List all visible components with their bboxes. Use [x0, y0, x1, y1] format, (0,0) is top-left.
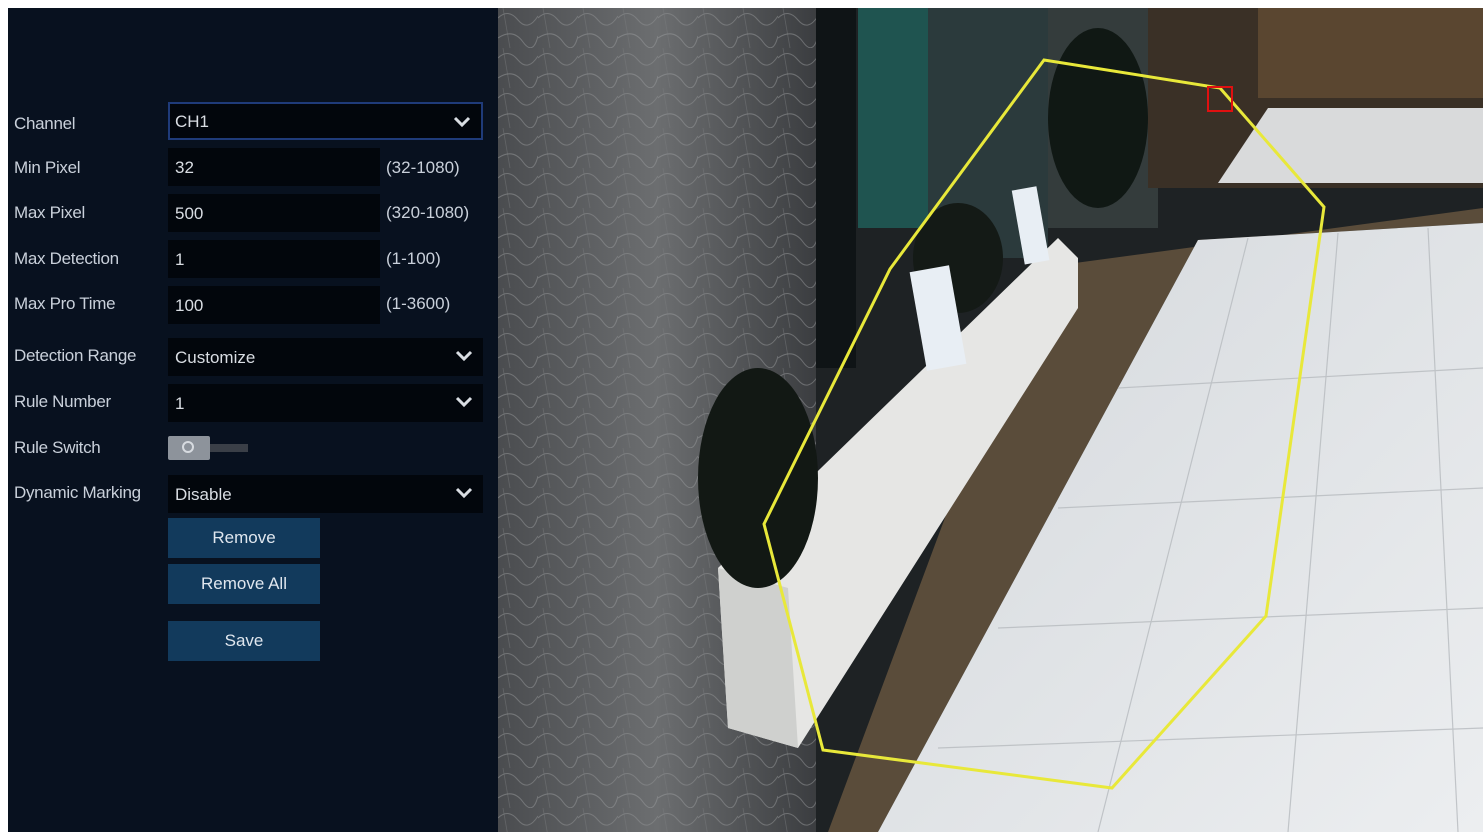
channel-select[interactable]: CH1: [168, 102, 483, 140]
rule-number-select[interactable]: 1: [168, 384, 483, 422]
min-pixel-input[interactable]: 32: [168, 148, 380, 186]
dynamic-marking-label: Dynamic Marking: [14, 483, 141, 502]
max-pixel-input[interactable]: 500: [168, 194, 380, 232]
chevron-down-icon: [455, 350, 473, 362]
remove-button[interactable]: Remove: [168, 518, 320, 558]
channel-value: CH1: [175, 112, 210, 131]
detection-range-select[interactable]: Customize: [168, 338, 483, 376]
remove-all-button[interactable]: Remove All: [168, 564, 320, 604]
power-icon: [182, 441, 194, 453]
max-pro-time-range: (1-3600): [386, 294, 451, 313]
dynamic-marking-select[interactable]: Disable: [168, 475, 483, 513]
max-detection-input[interactable]: 1: [168, 240, 380, 278]
max-pro-time-label: Max Pro Time: [14, 294, 116, 313]
detection-range-label: Detection Range: [14, 346, 137, 365]
detection-region[interactable]: [498, 8, 1483, 832]
region-outline[interactable]: [762, 58, 1326, 790]
max-pixel-label: Max Pixel: [14, 203, 85, 222]
dynamic-marking-value: Disable: [175, 485, 232, 504]
chevron-down-icon: [453, 116, 471, 128]
rule-number-label: Rule Number: [14, 392, 111, 411]
save-button[interactable]: Save: [168, 621, 320, 661]
max-detection-range: (1-100): [386, 249, 441, 268]
chevron-down-icon: [455, 487, 473, 499]
min-pixel-range: (32-1080): [386, 158, 460, 177]
max-pro-time-input[interactable]: 100: [168, 286, 380, 324]
settings-panel: Channel CH1 Min Pixel 32 (32-1080) Max P…: [8, 8, 498, 832]
min-pixel-label: Min Pixel: [14, 158, 81, 177]
toggle-knob: [168, 436, 210, 460]
channel-label: Channel: [14, 114, 76, 133]
rule-switch-label: Rule Switch: [14, 438, 101, 457]
detection-range-value: Customize: [175, 348, 256, 367]
chevron-down-icon: [455, 396, 473, 408]
max-detection-label: Max Detection: [14, 249, 119, 268]
max-pixel-range: (320-1080): [386, 203, 470, 222]
camera-preview[interactable]: [498, 8, 1483, 832]
rule-switch-toggle[interactable]: [168, 436, 250, 460]
rule-number-value: 1: [175, 394, 185, 413]
